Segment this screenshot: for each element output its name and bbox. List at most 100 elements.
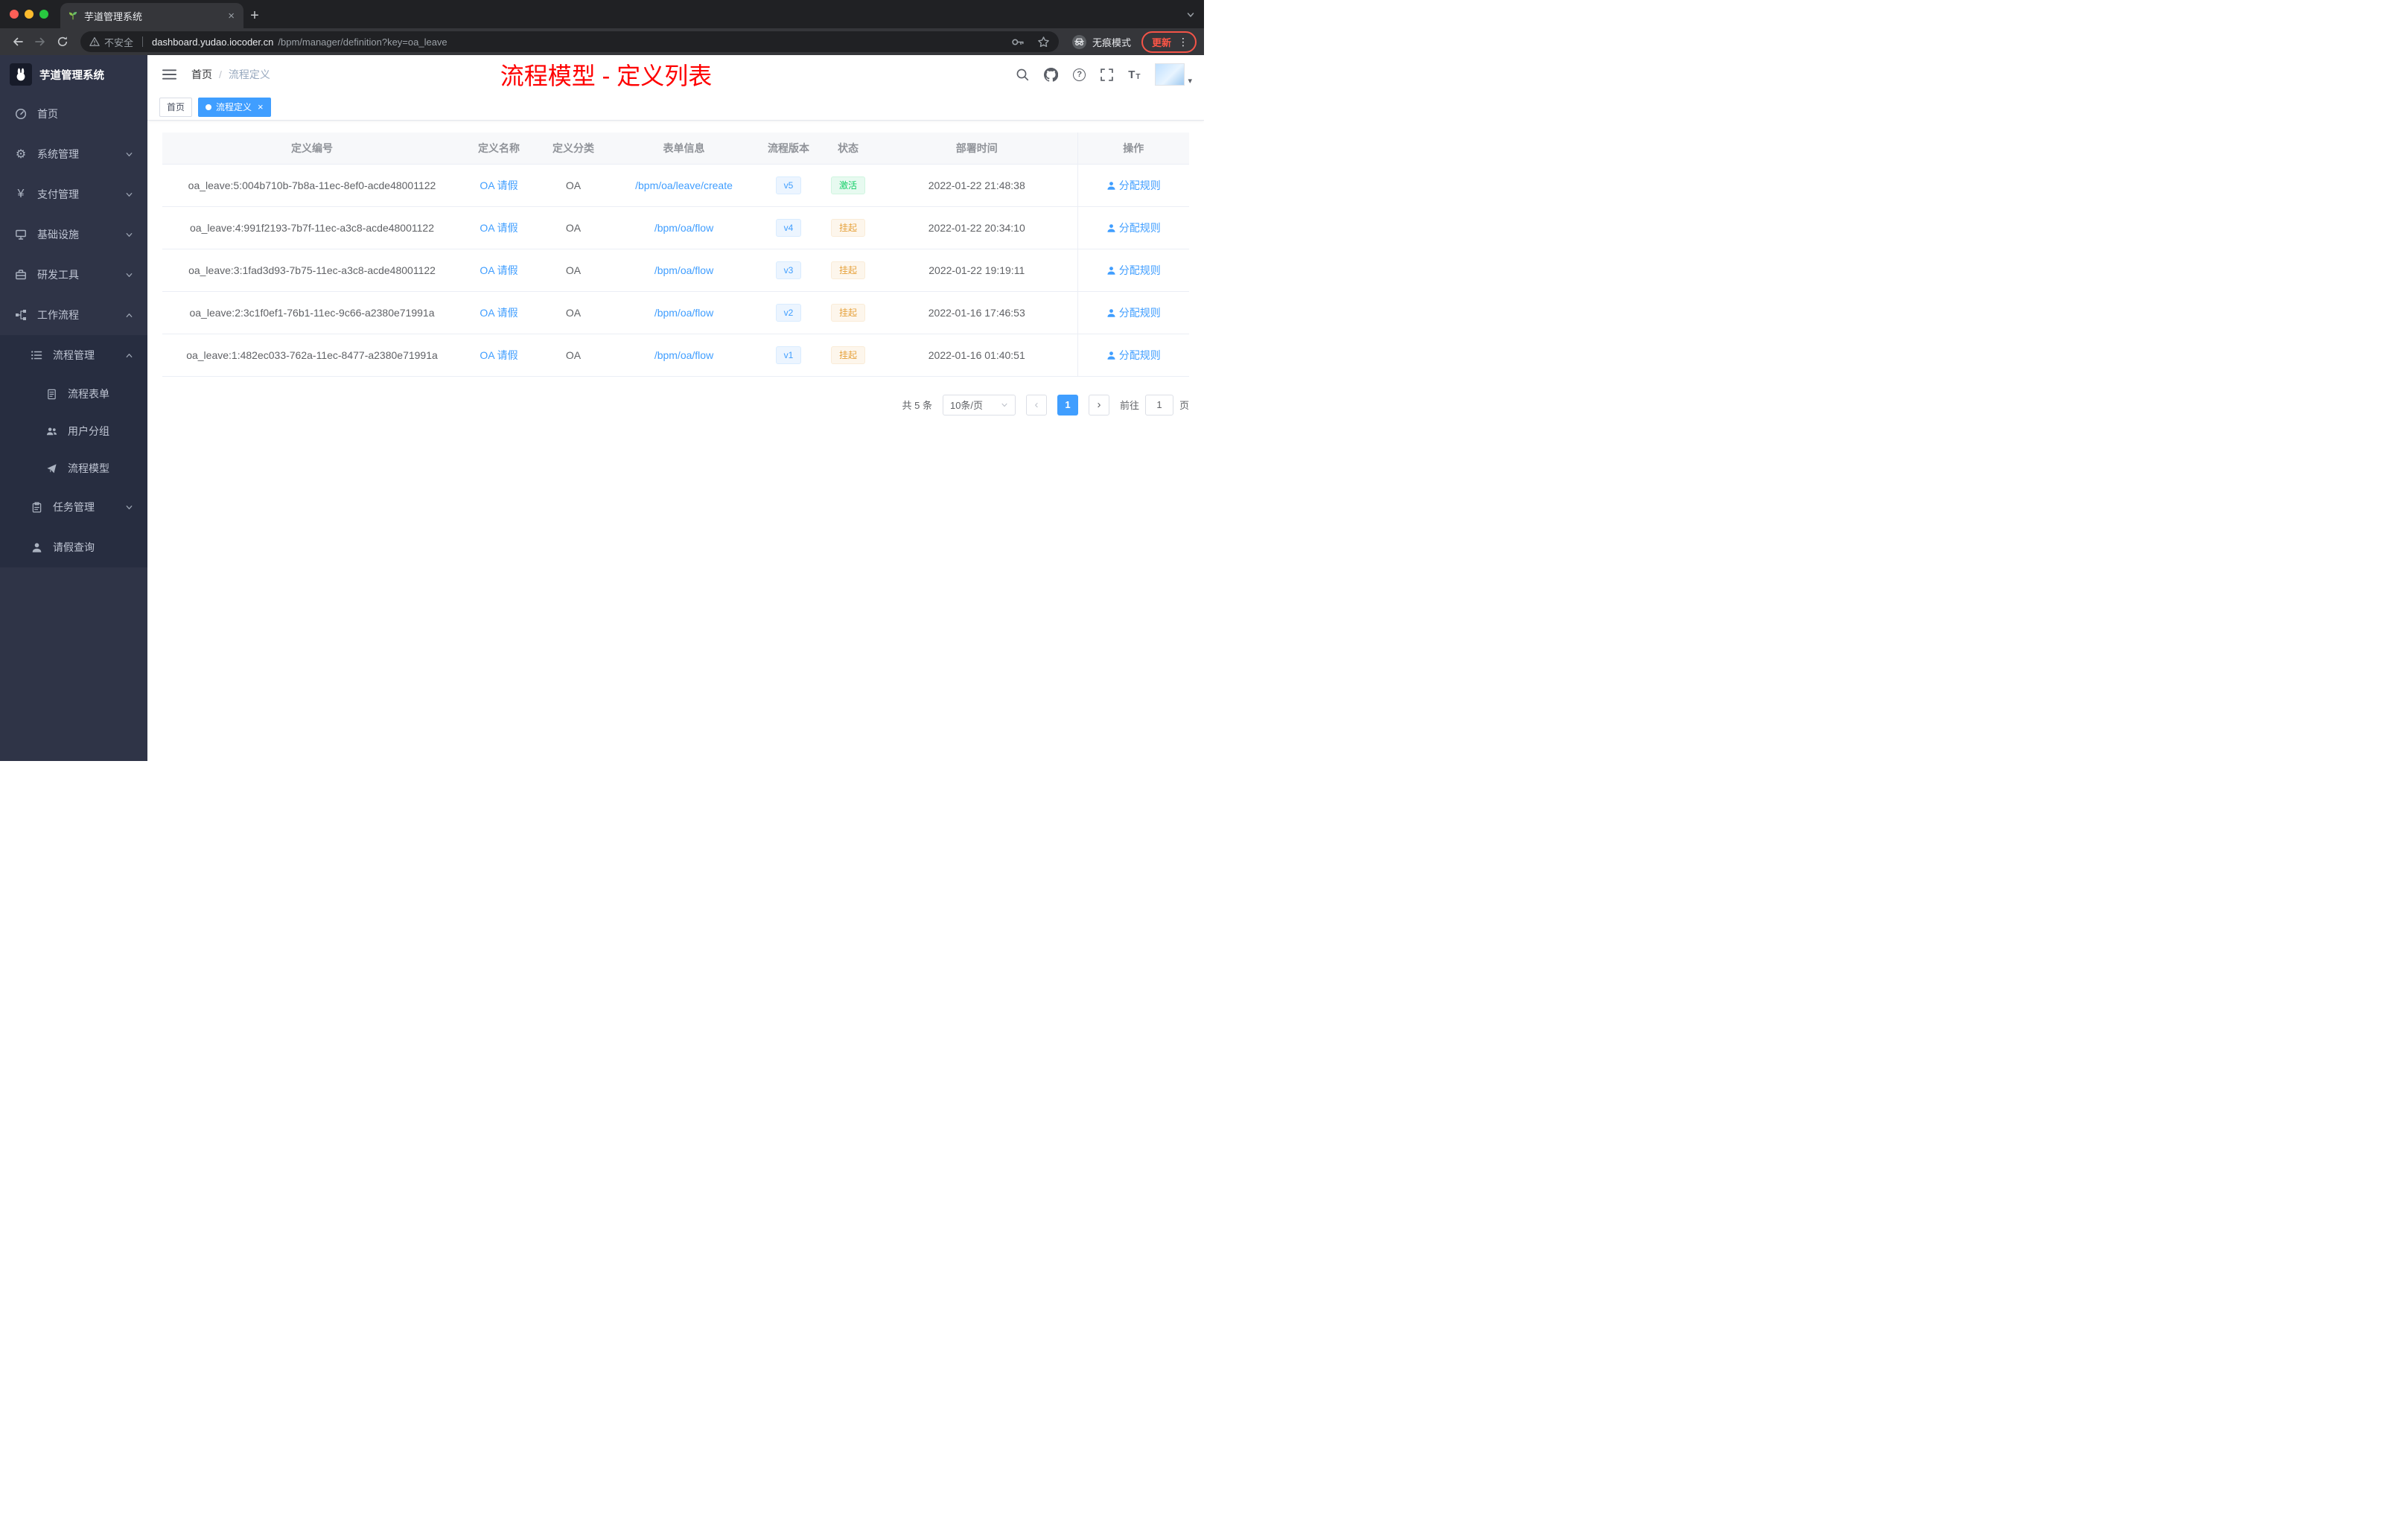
col-deploy-time: 部署时间 — [876, 133, 1077, 165]
assign-rule-link[interactable]: 分配规则 — [1106, 264, 1161, 276]
definition-name-link[interactable]: OA 请假 — [480, 349, 517, 361]
window-minimize-button[interactable] — [25, 10, 34, 19]
sidebar-item-system-mgmt[interactable]: ⚙ 系统管理 — [0, 134, 147, 174]
chevron-down-icon — [125, 271, 133, 279]
cell-operation: 分配规则 — [1077, 206, 1189, 249]
sidebar-toggle-icon[interactable] — [159, 66, 179, 83]
forward-button[interactable] — [30, 31, 51, 52]
help-icon[interactable]: ? — [1073, 68, 1086, 81]
sidebar-item-leave-query[interactable]: 请假查询 — [0, 527, 147, 567]
user-icon — [1107, 223, 1115, 232]
page-annotation-title: 流程模型 - 定义列表 — [500, 63, 713, 89]
user-avatar — [1155, 63, 1185, 86]
assign-rule-link[interactable]: 分配规则 — [1106, 307, 1161, 319]
update-button[interactable]: 更新 ⋮ — [1141, 31, 1197, 53]
sidebar-item-user-group[interactable]: 用户分组 — [0, 413, 147, 450]
assign-rule-link[interactable]: 分配规则 — [1106, 179, 1161, 191]
browser-tab[interactable]: 芋道管理系统 × — [60, 3, 243, 28]
sidebar-item-infrastructure[interactable]: 基础设施 — [0, 214, 147, 255]
cell-deploy-time: 2022-01-16 17:46:53 — [876, 291, 1077, 334]
window-close-button[interactable] — [10, 10, 19, 19]
sidebar-item-task-mgmt[interactable]: 任务管理 — [0, 487, 147, 527]
definition-name-link[interactable]: OA 请假 — [480, 264, 517, 276]
tag-process-definition[interactable]: 流程定义 × — [198, 97, 271, 117]
form-info-link[interactable]: /bpm/oa/flow — [654, 349, 713, 361]
security-label: 不安全 — [104, 36, 134, 48]
user-icon — [1107, 266, 1115, 275]
page-size-select[interactable]: 10条/页 — [942, 394, 1016, 415]
breadcrumb-current: 流程定义 — [228, 69, 270, 80]
cell-definition-name: OA 请假 — [462, 291, 536, 334]
sidebar-item-process-mgmt[interactable]: 流程管理 — [0, 335, 147, 375]
sidebar-item-home[interactable]: 首页 — [0, 94, 147, 134]
reload-button[interactable] — [52, 31, 73, 52]
tag-close-icon[interactable]: × — [258, 101, 264, 112]
user-icon — [1107, 181, 1115, 190]
user-icon — [1107, 308, 1115, 317]
definition-name-link[interactable]: OA 请假 — [480, 307, 517, 319]
table-row: oa_leave:1:482ec033-762a-11ec-8477-a2380… — [162, 334, 1189, 377]
search-icon[interactable] — [1016, 68, 1029, 81]
github-icon[interactable] — [1044, 67, 1059, 82]
chevron-down-icon — [125, 150, 133, 159]
chevron-up-icon — [125, 351, 133, 360]
tag-home[interactable]: 首页 — [159, 97, 193, 117]
address-bar[interactable]: 不安全 dashboard.yudao.iocoder.cn /bpm/mana… — [80, 31, 1059, 52]
back-button[interactable] — [7, 31, 28, 52]
version-tag: v3 — [775, 261, 802, 279]
current-page[interactable]: 1 — [1057, 394, 1078, 415]
cell-category: OA — [536, 206, 611, 249]
bookmark-star-icon[interactable] — [1037, 36, 1050, 48]
new-tab-button[interactable]: + — [243, 3, 266, 28]
window-zoom-button[interactable] — [39, 10, 48, 19]
goto-page-input[interactable] — [1144, 394, 1173, 415]
font-size-icon[interactable]: TT — [1128, 69, 1140, 81]
definition-name-link[interactable]: OA 请假 — [480, 179, 517, 191]
cell-definition-name: OA 请假 — [462, 334, 536, 377]
form-info-link[interactable]: /bpm/oa/flow — [654, 307, 713, 319]
tab-close-icon[interactable]: × — [226, 10, 236, 22]
workflow-icon — [14, 309, 28, 321]
cell-deploy-time: 2022-01-22 21:48:38 — [876, 164, 1077, 207]
cell-version: v1 — [757, 334, 820, 377]
users-icon — [45, 426, 58, 437]
gear-icon: ⚙ — [15, 148, 27, 161]
user-menu[interactable]: ▾ — [1155, 63, 1192, 86]
sidebar-item-dev-tools[interactable]: 研发工具 — [0, 255, 147, 295]
tab-search-icon[interactable] — [1186, 10, 1195, 23]
cell-definition-id: oa_leave:1:482ec033-762a-11ec-8477-a2380… — [162, 334, 462, 377]
workflow-submenu: 流程管理 流程表单 用户分组 流程模型 任务管理 请假查询 — [0, 335, 147, 567]
browser-menu-icon[interactable]: ⋮ — [1178, 36, 1188, 48]
form-info-link[interactable]: /bpm/oa/leave/create — [635, 179, 733, 191]
assign-rule-link[interactable]: 分配规则 — [1106, 222, 1161, 234]
assign-rule-link[interactable]: 分配规则 — [1106, 349, 1161, 361]
prev-page-button[interactable]: ‹ — [1025, 394, 1047, 415]
table-header-row: 定义编号 定义名称 定义分类 表单信息 流程版本 状态 部署时间 操作 — [162, 133, 1189, 165]
cell-definition-id: oa_leave:5:004b710b-7b8a-11ec-8ef0-acde4… — [162, 164, 462, 207]
tab-title: 芋道管理系统 — [84, 10, 143, 22]
status-tag: 挂起 — [830, 303, 865, 322]
col-form-info: 表单信息 — [611, 133, 757, 165]
fullscreen-icon[interactable] — [1101, 68, 1113, 81]
breadcrumb-home[interactable]: 首页 — [191, 67, 212, 82]
security-warning-icon — [89, 36, 100, 47]
cell-version: v3 — [757, 249, 820, 292]
sidebar-item-process-form[interactable]: 流程表单 — [0, 375, 147, 413]
window-controls — [0, 0, 60, 28]
sidebar-item-payment-mgmt[interactable]: ¥ 支付管理 — [0, 174, 147, 214]
sidebar-item-process-model[interactable]: 流程模型 — [0, 450, 147, 487]
sidebar-logo[interactable]: 芋道管理系统 — [0, 55, 147, 94]
definition-name-link[interactable]: OA 请假 — [480, 222, 517, 234]
sidebar-item-workflow[interactable]: 工作流程 — [0, 295, 147, 335]
form-info-link[interactable]: /bpm/oa/flow — [654, 222, 713, 234]
cell-form-info: /bpm/oa/flow — [611, 249, 757, 292]
active-dot — [206, 104, 212, 110]
incognito-icon — [1071, 34, 1086, 49]
toolbox-icon — [14, 269, 28, 281]
person-icon — [30, 542, 43, 553]
cell-category: OA — [536, 164, 611, 207]
version-tag: v2 — [775, 303, 802, 322]
password-key-icon[interactable] — [1011, 36, 1024, 48]
next-page-button[interactable]: › — [1088, 394, 1109, 415]
form-info-link[interactable]: /bpm/oa/flow — [654, 264, 713, 276]
